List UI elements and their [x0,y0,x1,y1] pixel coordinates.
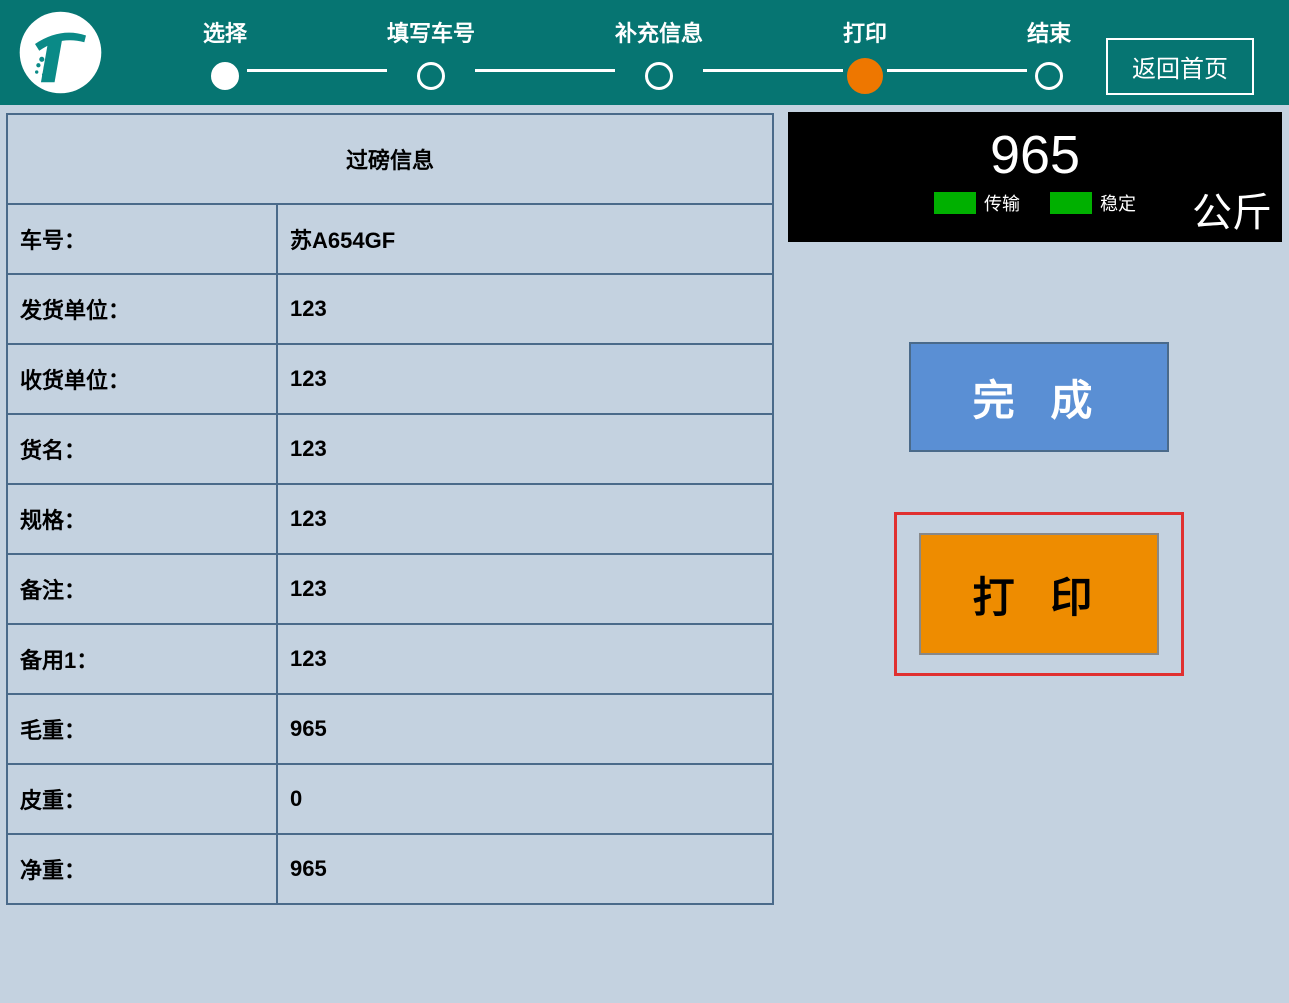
complete-button[interactable]: 完 成 [909,342,1169,452]
home-button[interactable]: 返回首页 [1106,38,1254,95]
step-label: 选择 [203,16,247,48]
table-row: 皮重：0 [7,764,773,834]
action-buttons: 完 成 打 印 [788,342,1289,676]
status-label: 稳定 [1100,190,1136,216]
table-row: 备用1：123 [7,624,773,694]
table-row: 收货单位：123 [7,344,773,414]
table-row: 净重：965 [7,834,773,904]
table-row: 毛重：965 [7,694,773,764]
step-label: 补充信息 [615,16,703,48]
header: 选择 填写车号 补充信息 打印 结束 返回首页 [0,0,1289,105]
row-value: 123 [277,344,773,414]
row-label: 货名： [7,414,277,484]
row-value: 123 [277,414,773,484]
step-connector [247,69,387,72]
row-value: 苏A654GF [277,204,773,274]
row-value: 0 [277,764,773,834]
scale-display: 965 传输 稳定 公斤 [788,112,1282,242]
content: 过磅信息 车号：苏A654GF 发货单位：123 收货单位：123 货名：123… [0,105,1289,905]
row-label: 发货单位： [7,274,277,344]
row-label: 规格： [7,484,277,554]
row-label: 备用1： [7,624,277,694]
status-indicator-icon [934,192,976,214]
table-row: 货名：123 [7,414,773,484]
step-circle-icon [1035,62,1063,90]
row-label: 皮重： [7,764,277,834]
step-vehicle-no: 填写车号 [387,16,475,90]
row-value: 965 [277,694,773,764]
app-logo [18,10,103,95]
status-indicator-icon [1050,192,1092,214]
step-extra-info: 补充信息 [615,16,703,90]
status-label: 传输 [984,190,1020,216]
step-circle-icon [847,58,883,94]
step-finish: 结束 [1027,16,1071,90]
left-panel: 过磅信息 车号：苏A654GF 发货单位：123 收货单位：123 货名：123… [0,105,774,905]
table-row: 规格：123 [7,484,773,554]
row-value: 123 [277,274,773,344]
row-label: 净重： [7,834,277,904]
row-label: 收货单位： [7,344,277,414]
row-label: 车号： [7,204,277,274]
step-connector [887,69,1027,72]
step-select: 选择 [203,16,247,90]
step-circle-icon [211,62,239,90]
step-connector [475,69,615,72]
step-circle-icon [645,62,673,90]
scale-unit: 公斤 [1192,180,1272,238]
row-label: 毛重： [7,694,277,764]
weighing-info-table: 过磅信息 车号：苏A654GF 发货单位：123 收货单位：123 货名：123… [6,113,774,905]
step-print: 打印 [843,16,887,90]
row-value: 123 [277,624,773,694]
step-connector [703,69,843,72]
status-transmit: 传输 [934,190,1020,216]
row-value: 965 [277,834,773,904]
table-title: 过磅信息 [7,114,773,204]
row-value: 123 [277,554,773,624]
row-label: 备注： [7,554,277,624]
step-label: 打印 [843,16,887,48]
print-button-highlight: 打 印 [894,512,1184,676]
table-row: 发货单位：123 [7,274,773,344]
table-row: 备注：123 [7,554,773,624]
step-label: 结束 [1027,16,1071,48]
status-stable: 稳定 [1050,190,1136,216]
step-circle-icon [417,62,445,90]
scale-value: 965 [788,112,1282,186]
row-value: 123 [277,484,773,554]
step-label: 填写车号 [387,16,475,48]
table-row: 车号：苏A654GF [7,204,773,274]
right-panel: 965 传输 稳定 公斤 完 成 打 印 [774,105,1289,905]
print-button[interactable]: 打 印 [919,533,1159,655]
